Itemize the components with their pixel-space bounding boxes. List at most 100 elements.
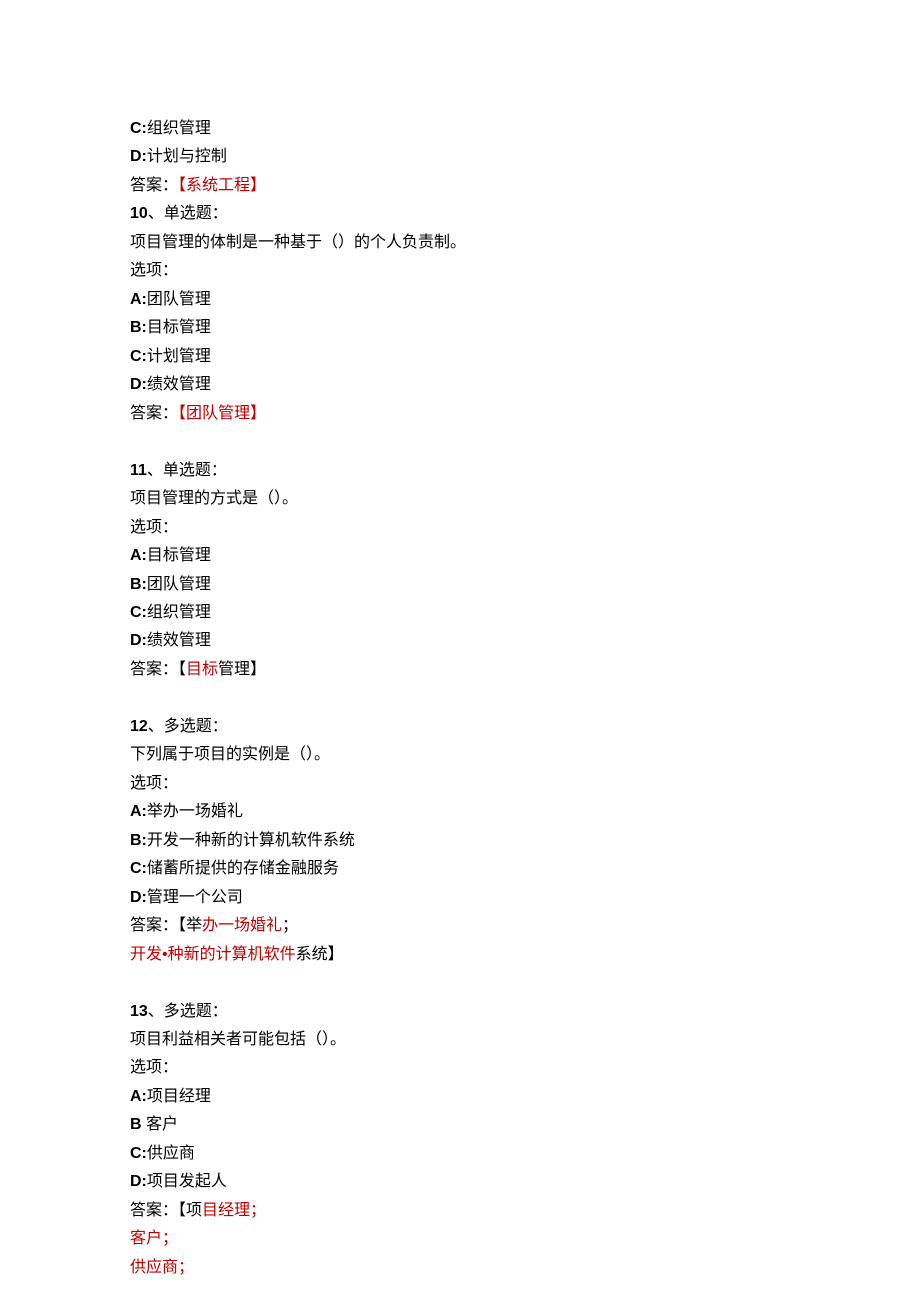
question-number: 13	[130, 1003, 148, 1020]
option-text: 绩效管理	[147, 376, 211, 393]
question-suffix: 、单选题：	[148, 205, 228, 222]
option-text: 团队管理	[147, 291, 211, 308]
option-prefix: C:	[130, 604, 147, 621]
question-text: 项目管理的体制是一种基于（）的个人负责制。	[130, 229, 920, 257]
option-text: 绩效管理	[147, 632, 211, 649]
option-prefix: A:	[130, 291, 147, 308]
options-label: 选项：	[130, 1054, 920, 1082]
option-prefix: D:	[130, 889, 147, 906]
option-prefix: C:	[130, 860, 147, 877]
answer-part: 【举	[178, 917, 202, 934]
option-line: D:项目发起人	[130, 1168, 920, 1196]
option-line: C:组织管理	[130, 115, 920, 143]
option-line: D:计划与控制	[130, 143, 920, 171]
options-label: 选项：	[130, 770, 920, 798]
option-text: 管理一个公司	[147, 889, 243, 906]
answer-label: 答案：	[130, 177, 178, 194]
option-prefix: C:	[130, 348, 147, 365]
option-text: 举办一场婚礼	[147, 803, 243, 820]
option-line: C:组织管理	[130, 599, 920, 627]
option-prefix: B:	[130, 319, 147, 336]
question-suffix: 、多选题：	[148, 718, 228, 735]
option-line: D:绩效管理	[130, 371, 920, 399]
answer-red: 开发•种新的计算机软件	[130, 946, 296, 963]
option-prefix: C:	[130, 120, 147, 137]
option-text: 计划与控制	[147, 148, 227, 165]
option-prefix: A:	[130, 1088, 147, 1105]
option-prefix: A:	[130, 803, 147, 820]
options-label: 选项：	[130, 257, 920, 285]
option-line: A:目标管理	[130, 542, 920, 570]
option-line: C:储蓄所提供的存储金融服务	[130, 855, 920, 883]
option-text: 组织管理	[147, 120, 211, 137]
answer-red: 目经理；	[202, 1202, 266, 1219]
answer-label: 答案：	[130, 917, 178, 934]
blank-line	[130, 969, 920, 997]
options-label: 选项：	[130, 514, 920, 542]
option-line: C:计划管理	[130, 343, 920, 371]
option-prefix: A:	[130, 547, 147, 564]
question-heading: 13、多选题：	[130, 998, 920, 1026]
answer-red: 客户；	[130, 1230, 178, 1247]
option-line: B:目标管理	[130, 314, 920, 342]
option-line: A:项目经理	[130, 1083, 920, 1111]
blank-line	[130, 684, 920, 712]
option-text: 组织管理	[147, 604, 211, 621]
answer-line: 开发•种新的计算机软件系统】	[130, 941, 920, 969]
option-prefix: B:	[130, 576, 147, 593]
answer-body: 【系统工程】	[178, 177, 266, 194]
option-line: B:团队管理	[130, 571, 920, 599]
answer-red: 办一场婚礼	[202, 917, 282, 934]
option-line: A:举办一场婚礼	[130, 798, 920, 826]
answer-line: 供应商；	[130, 1254, 920, 1282]
answer-part: ；	[282, 917, 298, 934]
question-text: 项目利益相关者可能包括（）。	[130, 1026, 920, 1054]
blank-line	[130, 428, 920, 456]
option-prefix: B	[130, 1116, 146, 1133]
option-line: B:开发一种新的计算机软件系统	[130, 827, 920, 855]
option-text: 客户	[146, 1116, 178, 1133]
option-prefix: D:	[130, 1173, 147, 1190]
answer-label: 答案：	[130, 405, 178, 422]
option-prefix: D:	[130, 376, 147, 393]
answer-line: 答案：【系统工程】	[130, 172, 920, 200]
option-text: 目标管理	[147, 547, 211, 564]
answer-red: 目标	[186, 661, 218, 678]
option-text: 计划管理	[147, 348, 211, 365]
option-text: 供应商	[147, 1145, 195, 1162]
option-prefix: C:	[130, 1145, 147, 1162]
question-number: 12	[130, 718, 148, 735]
question-suffix: 、多选题：	[148, 1003, 228, 1020]
question-suffix: 、单选题：	[147, 462, 227, 479]
answer-body: 【团队管理】	[178, 405, 266, 422]
option-prefix: D:	[130, 148, 147, 165]
answer-line: 答案：【项目经理；	[130, 1197, 920, 1225]
option-text: 储蓄所提供的存储金融服务	[147, 860, 339, 877]
answer-part: 系统】	[296, 946, 344, 963]
question-heading: 11、单选题：	[130, 457, 920, 485]
answer-label: 答案：	[130, 1202, 178, 1219]
answer-line: 答案：【举办一场婚礼；	[130, 912, 920, 940]
question-number: 11	[130, 462, 147, 479]
option-text: 团队管理	[147, 576, 211, 593]
option-line: C:供应商	[130, 1140, 920, 1168]
answer-pre: 【	[178, 661, 186, 678]
option-line: A:团队管理	[130, 286, 920, 314]
answer-line: 答案：【团队管理】	[130, 400, 920, 428]
option-text: 开发一种新的计算机软件系统	[147, 832, 355, 849]
option-text: 目标管理	[147, 319, 211, 336]
option-text: 项目发起人	[147, 1173, 227, 1190]
answer-part: 【项	[178, 1202, 202, 1219]
question-text: 下列属于项目的实例是（）。	[130, 741, 920, 769]
question-heading: 12、多选题：	[130, 713, 920, 741]
option-line: B 客户	[130, 1111, 920, 1139]
answer-label: 答案：	[130, 661, 178, 678]
option-line: D:绩效管理	[130, 627, 920, 655]
answer-line: 客户；	[130, 1225, 920, 1253]
answer-post: 管理】	[218, 661, 266, 678]
answer-line: 答案：【目标管理】	[130, 656, 920, 684]
question-number: 10	[130, 205, 148, 222]
option-text: 项目经理	[147, 1088, 211, 1105]
option-line: D:管理一个公司	[130, 884, 920, 912]
answer-red: 供应商；	[130, 1259, 194, 1276]
